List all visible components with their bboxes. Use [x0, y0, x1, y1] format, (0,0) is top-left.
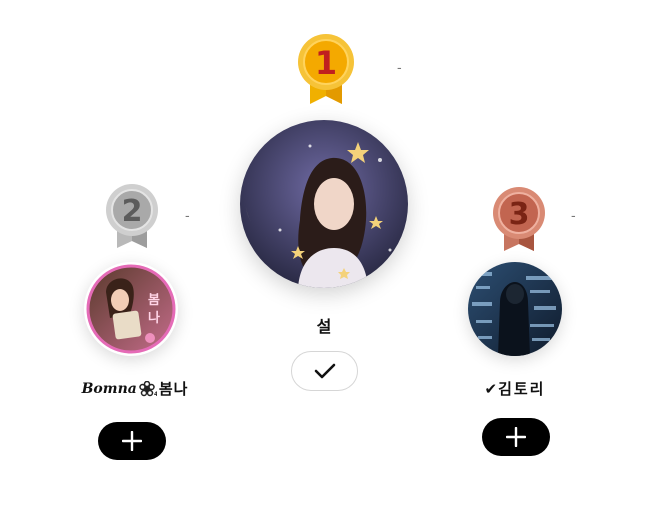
follow-button-rank-2[interactable]: [98, 422, 166, 460]
rank-3-name: ✔ 김토리: [440, 378, 590, 399]
svg-text:1: 1: [315, 44, 337, 82]
avatar-rank-1[interactable]: [240, 120, 408, 288]
plus-icon: [506, 427, 526, 447]
avatar-rank-3[interactable]: [468, 262, 562, 356]
silver-medal-rank-2-icon: 2: [106, 184, 158, 248]
follow-button-rank-3[interactable]: [482, 418, 550, 456]
flower-icon: 4: [139, 380, 157, 397]
bronze-medal-rank-3-icon: 3: [493, 187, 545, 251]
rank-1-dash: -: [397, 59, 402, 75]
svg-text:나: 나: [148, 310, 160, 326]
plus-icon: [122, 431, 142, 451]
svg-text:2: 2: [122, 194, 143, 229]
rank-2-name: Bomna 4 봄나: [60, 378, 210, 399]
svg-text:3: 3: [509, 197, 530, 232]
rank-2-name-script: Bomna: [81, 380, 137, 397]
rank-3-name-check: ✔: [484, 379, 498, 398]
svg-text:4: 4: [154, 391, 157, 397]
rank-2-name-hangul: 봄나: [158, 380, 189, 398]
following-check-button[interactable]: [291, 351, 358, 391]
gold-medal-rank-1-icon: 1: [298, 34, 354, 104]
svg-text:봄: 봄: [148, 293, 160, 308]
avatar-rank-2[interactable]: 봄 나: [84, 262, 178, 356]
check-icon: [314, 363, 335, 379]
rank-2-dash: -: [185, 207, 190, 223]
rank-3-name-hangul: 김토리: [498, 380, 546, 398]
rank-3-dash: -: [571, 207, 576, 223]
rank-1-name: 설: [316, 317, 332, 336]
